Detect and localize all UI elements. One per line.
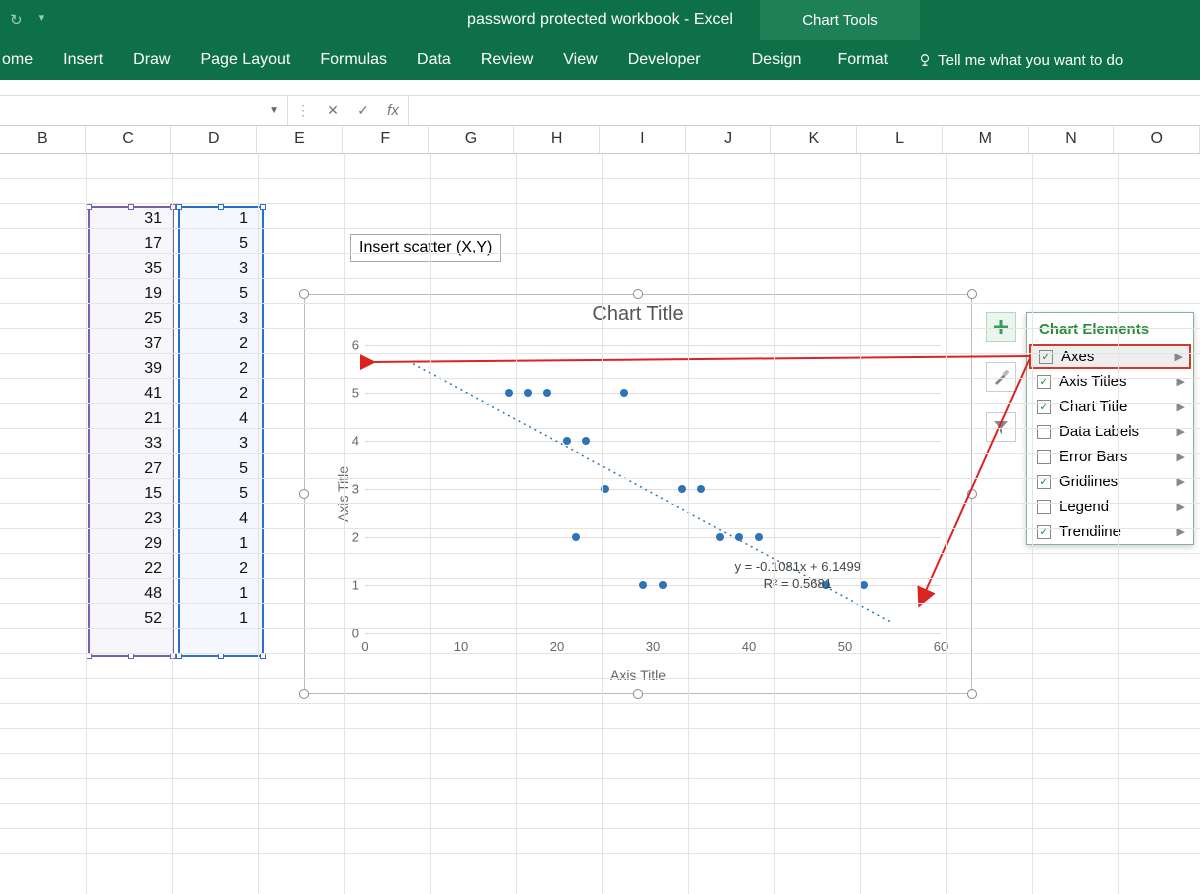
fbar-more-icon[interactable]: ⋮ (288, 102, 318, 119)
cell-d[interactable]: 5 (178, 482, 254, 507)
cell-c[interactable]: 21 (88, 407, 168, 432)
redo-icon[interactable]: ↻ (6, 9, 27, 31)
tab-home[interactable]: ome (0, 40, 48, 80)
tell-me-search[interactable]: Tell me what you want to do (906, 52, 1135, 69)
cell-c[interactable]: 41 (88, 382, 168, 407)
tab-chart-design[interactable]: Design (734, 40, 820, 80)
column-header-e[interactable]: E (257, 126, 343, 153)
column-header-j[interactable]: J (686, 126, 772, 153)
cell-c[interactable]: 27 (88, 457, 168, 482)
tab-formulas[interactable]: Formulas (305, 40, 402, 80)
cell-c[interactable]: 31 (88, 207, 168, 232)
formula-bar: ▼ ⋮ ✕ ✓ fx (0, 96, 1200, 126)
chart-tools-context-label: Chart Tools (760, 0, 920, 40)
worksheet-grid[interactable]: Insert scatter (X,Y) Chart Title Axis Ti… (0, 154, 1200, 894)
column-header-row: BCDEFGHIJKLMNO (0, 126, 1200, 154)
window-title: password protected workbook - Excel (467, 11, 733, 29)
cell-d[interactable]: 5 (178, 457, 254, 482)
enter-formula-icon[interactable]: ✓ (348, 102, 378, 119)
ribbon: ome Insert Draw Page Layout Formulas Dat… (0, 40, 1200, 80)
column-header-n[interactable]: N (1029, 126, 1115, 153)
insert-function-icon[interactable]: fx (378, 102, 408, 119)
cell-d[interactable]: 1 (178, 532, 254, 557)
title-bar: ↻ ▾ password protected workbook - Excel … (0, 0, 1200, 40)
cell-d[interactable]: 3 (178, 307, 254, 332)
tab-review[interactable]: Review (466, 40, 548, 80)
column-header-b[interactable]: B (0, 126, 86, 153)
cell-d[interactable]: 1 (178, 207, 254, 232)
cell-c[interactable]: 37 (88, 332, 168, 357)
lightbulb-icon (918, 53, 932, 67)
cell-c[interactable]: 15 (88, 482, 168, 507)
cell-d[interactable]: 2 (178, 557, 254, 582)
cell-c[interactable]: 29 (88, 532, 168, 557)
cell-d[interactable]: 4 (178, 407, 254, 432)
cell-d[interactable]: 4 (178, 507, 254, 532)
tell-me-placeholder: Tell me what you want to do (938, 52, 1123, 69)
qat-customize-icon[interactable]: ▾ (35, 9, 49, 31)
cell-d[interactable]: 1 (178, 582, 254, 607)
cell-c[interactable]: 22 (88, 557, 168, 582)
tab-data[interactable]: Data (402, 40, 466, 80)
cell-c[interactable]: 33 (88, 432, 168, 457)
column-header-c[interactable]: C (86, 126, 172, 153)
tab-view[interactable]: View (548, 40, 612, 80)
cell-c[interactable]: 23 (88, 507, 168, 532)
cell-d[interactable]: 3 (178, 432, 254, 457)
cell-d[interactable]: 3 (178, 257, 254, 282)
cell-d[interactable]: 1 (178, 607, 254, 632)
column-header-o[interactable]: O (1114, 126, 1200, 153)
cell-d[interactable]: 5 (178, 282, 254, 307)
name-box-dropdown-icon[interactable]: ▼ (269, 105, 279, 116)
tab-draw[interactable]: Draw (118, 40, 185, 80)
cell-c[interactable]: 25 (88, 307, 168, 332)
cancel-formula-icon[interactable]: ✕ (318, 102, 348, 119)
column-header-i[interactable]: I (600, 126, 686, 153)
column-header-f[interactable]: F (343, 126, 429, 153)
cell-c[interactable]: 48 (88, 582, 168, 607)
tab-developer[interactable]: Developer (613, 40, 716, 80)
cell-d[interactable]: 2 (178, 382, 254, 407)
column-header-h[interactable]: H (514, 126, 600, 153)
tab-page-layout[interactable]: Page Layout (185, 40, 305, 80)
cell-c[interactable]: 52 (88, 607, 168, 632)
cell-d[interactable]: 5 (178, 232, 254, 257)
formula-input[interactable] (409, 96, 1200, 125)
column-header-g[interactable]: G (429, 126, 515, 153)
cell-c[interactable]: 19 (88, 282, 168, 307)
column-header-m[interactable]: M (943, 126, 1029, 153)
cell-c[interactable]: 17 (88, 232, 168, 257)
column-header-d[interactable]: D (171, 126, 257, 153)
cell-c[interactable]: 35 (88, 257, 168, 282)
tab-insert[interactable]: Insert (48, 40, 118, 80)
cell-c[interactable]: 39 (88, 357, 168, 382)
cell-d[interactable]: 2 (178, 332, 254, 357)
column-header-l[interactable]: L (857, 126, 943, 153)
column-header-k[interactable]: K (771, 126, 857, 153)
tab-chart-format[interactable]: Format (819, 40, 906, 80)
name-box[interactable]: ▼ (0, 96, 288, 125)
cell-d[interactable]: 2 (178, 357, 254, 382)
